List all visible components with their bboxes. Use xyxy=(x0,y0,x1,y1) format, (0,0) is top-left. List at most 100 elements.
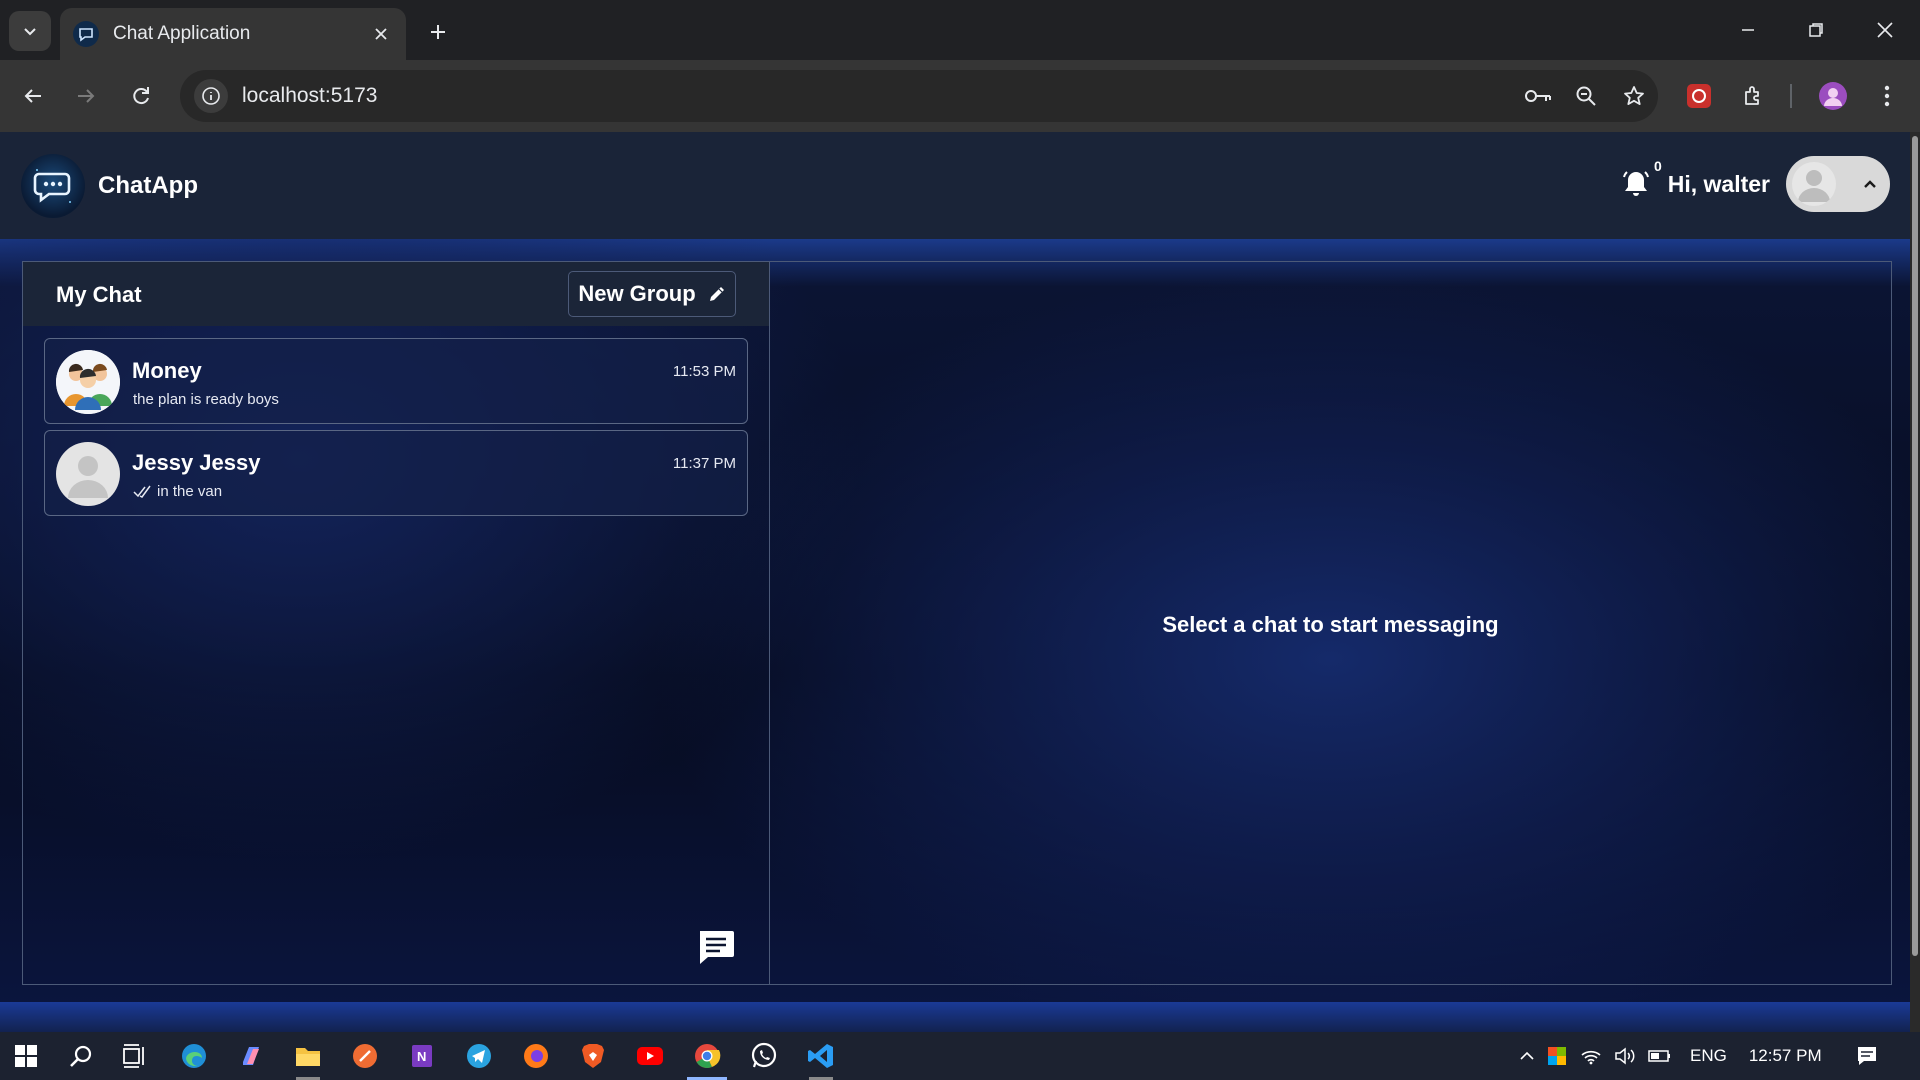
browser-menu-icon[interactable] xyxy=(1866,75,1908,117)
minimize-button[interactable] xyxy=(1723,8,1773,52)
vscode-icon[interactable] xyxy=(797,1032,845,1080)
chevron-up-icon xyxy=(1864,180,1876,188)
chat-panel: My Chat New Group Money the plan is read… xyxy=(22,261,1892,985)
double-check-icon xyxy=(133,485,151,498)
scrollbar-thumb[interactable] xyxy=(1912,136,1918,956)
taskbar-clock[interactable]: 12:57 PM xyxy=(1749,1046,1822,1066)
empty-conversation-message: Select a chat to start messaging xyxy=(1162,612,1499,637)
chat-last-message-text: in the van xyxy=(157,483,223,500)
search-icon xyxy=(70,1045,92,1067)
reload-button[interactable] xyxy=(120,75,162,117)
battery-icon[interactable] xyxy=(1642,1048,1678,1064)
new-tab-button[interactable] xyxy=(420,14,456,50)
conversation-panel: Select a chat to start messaging xyxy=(770,262,1891,984)
edge-browser-icon[interactable] xyxy=(170,1032,218,1080)
task-view-button[interactable] xyxy=(111,1032,159,1080)
default-user-avatar xyxy=(56,442,120,506)
browser-tabstrip: Chat Application xyxy=(0,0,1920,60)
browser-toolbar: localhost:5173 xyxy=(0,60,1920,132)
chatapp-logo-icon xyxy=(21,153,85,218)
chat-list-header: My Chat New Group xyxy=(23,262,769,326)
extension-app-icon[interactable] xyxy=(1678,75,1720,117)
extensions-puzzle-icon[interactable] xyxy=(1733,75,1775,117)
chat-app: ChatApp 0 Hi, walter My Chat New Group M… xyxy=(0,132,1920,1032)
password-key-icon[interactable] xyxy=(1514,75,1562,117)
file-explorer-icon[interactable] xyxy=(284,1032,332,1080)
volume-icon[interactable] xyxy=(1608,1047,1642,1065)
browser-tab-active[interactable]: Chat Application xyxy=(60,8,406,60)
new-chat-button[interactable] xyxy=(695,926,737,968)
chat-timestamp: 11:53 PM xyxy=(672,363,736,380)
copilot-icon[interactable] xyxy=(227,1032,275,1080)
tab-title: Chat Application xyxy=(113,23,251,44)
chat-list-panel: My Chat New Group Money the plan is read… xyxy=(23,262,770,984)
telegram-icon[interactable] xyxy=(455,1032,503,1080)
whatsapp-icon[interactable] xyxy=(740,1032,788,1080)
tab-search-button[interactable] xyxy=(9,11,51,51)
arrow-left-icon xyxy=(24,89,41,103)
avatar xyxy=(1792,162,1836,206)
close-icon xyxy=(1877,22,1893,38)
profile-avatar[interactable] xyxy=(1812,75,1854,117)
color-app-tray-icon[interactable] xyxy=(1540,1046,1574,1066)
forward-button[interactable] xyxy=(65,75,107,117)
chat-list-item-jessy-jessy[interactable]: Jessy Jessy in the van 11:37 PM xyxy=(44,430,748,516)
site-info-icon[interactable] xyxy=(194,79,228,113)
user-greeting: Hi, walter xyxy=(1667,170,1770,197)
task-view-icon xyxy=(123,1044,144,1068)
onenote-icon[interactable]: N xyxy=(398,1032,446,1080)
windows-logo-icon xyxy=(15,1045,37,1067)
bell-icon xyxy=(1622,171,1649,196)
reload-icon xyxy=(133,87,149,105)
chat-name: Jessy Jessy xyxy=(132,450,261,475)
chat-list-item-money[interactable]: Money the plan is ready boys 11:53 PM xyxy=(44,338,748,424)
arrow-right-icon xyxy=(78,89,95,103)
chat-last-message-text: the plan is ready boys xyxy=(133,391,279,408)
svg-text:N: N xyxy=(417,1049,426,1064)
chat-name: Money xyxy=(132,358,202,383)
chevron-up-tray-icon[interactable] xyxy=(1514,1048,1540,1064)
youtube-icon[interactable] xyxy=(626,1032,674,1080)
back-button[interactable] xyxy=(12,75,54,117)
chevron-down-icon xyxy=(24,28,36,36)
zoom-out-icon[interactable] xyxy=(1562,75,1610,117)
notification-count: 0 xyxy=(1653,158,1662,174)
chat-list-title: My Chat xyxy=(56,282,142,307)
chat-app-favicon-icon xyxy=(73,21,99,47)
firefox-icon[interactable] xyxy=(512,1032,560,1080)
chat-timestamp: 11:37 PM xyxy=(672,455,736,472)
chat-last-message: in the van xyxy=(133,483,222,500)
url-text[interactable]: localhost:5173 xyxy=(242,84,1514,108)
search-button[interactable] xyxy=(57,1032,105,1080)
brave-icon[interactable] xyxy=(569,1032,617,1080)
bookmark-star-icon[interactable] xyxy=(1610,75,1658,117)
address-bar[interactable]: localhost:5173 xyxy=(180,70,1658,122)
plus-icon xyxy=(431,25,445,39)
pencil-icon xyxy=(709,287,724,301)
notifications-button[interactable]: 0 xyxy=(1616,158,1662,204)
chrome-icon[interactable] xyxy=(683,1032,731,1080)
app-header: ChatApp 0 Hi, walter xyxy=(0,132,1910,239)
restore-icon xyxy=(1809,23,1823,37)
header-user-area: 0 Hi, walter xyxy=(1616,156,1890,212)
wifi-icon[interactable] xyxy=(1574,1047,1608,1065)
user-menu-button[interactable] xyxy=(1786,156,1890,212)
close-window-button[interactable] xyxy=(1860,8,1910,52)
start-button[interactable] xyxy=(2,1032,50,1080)
postman-icon[interactable] xyxy=(341,1032,389,1080)
input-language[interactable]: ENG xyxy=(1690,1046,1727,1066)
toolbar-separator xyxy=(1790,84,1792,108)
new-group-button[interactable]: New Group xyxy=(568,271,736,317)
restore-button[interactable] xyxy=(1791,8,1841,52)
group-avatar xyxy=(56,350,120,414)
tab-close-icon[interactable] xyxy=(366,19,396,49)
notification-center-icon[interactable] xyxy=(1852,1045,1882,1067)
system-tray: ENG 12:57 PM xyxy=(1514,1032,1882,1080)
chat-last-message: the plan is ready boys xyxy=(133,391,279,408)
windows-taskbar: N ENG 12:57 PM xyxy=(0,1032,1920,1080)
brand-name: ChatApp xyxy=(98,171,198,199)
page-scrollbar[interactable] xyxy=(1910,132,1920,1032)
minimize-icon xyxy=(1742,29,1754,31)
new-group-label: New Group xyxy=(578,281,696,306)
message-icon xyxy=(700,931,734,964)
